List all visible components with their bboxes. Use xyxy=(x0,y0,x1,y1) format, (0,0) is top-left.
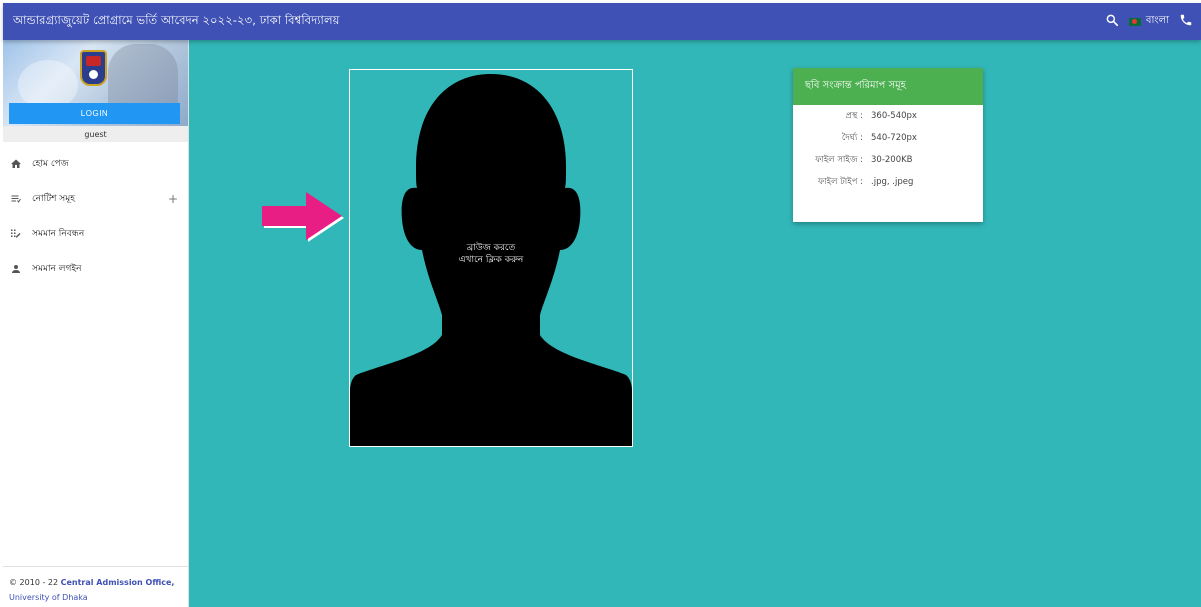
sidebar-menu: হোম পেজ নোটিশ সমূহ + সমমান নিবন্ধন সমমান… xyxy=(3,146,188,286)
flag-icon xyxy=(1128,17,1141,26)
photo-upload-area[interactable]: ব্রাউজ করতে এখানে ক্লিক করুন xyxy=(349,69,633,447)
spec-value: .jpg, .jpeg xyxy=(871,177,914,187)
registration-icon xyxy=(10,228,22,240)
login-button[interactable]: LOGIN xyxy=(9,103,180,124)
home-icon xyxy=(10,158,22,170)
main-content: ব্রাউজ করতে এখানে ক্লিক করুন ছবি সংক্রান… xyxy=(189,40,1201,607)
expand-icon[interactable]: + xyxy=(168,192,178,206)
spec-row-file-size: ফাইল সাইজ : 30-200KB xyxy=(793,149,983,171)
photo-specs-card: ছবি সংক্রান্ত পরিমাপ সমূহ প্রস্থ : 360-5… xyxy=(793,68,983,222)
spec-key: ফাইল সাইজ : xyxy=(815,155,863,165)
sidebar-item-home[interactable]: হোম পেজ xyxy=(3,146,188,181)
spec-row-file-type: ফাইল টাইপ : .jpg, .jpeg xyxy=(793,171,983,193)
hint-line-2: এখানে ক্লিক করুন xyxy=(458,255,524,265)
arrow-icon xyxy=(262,192,344,242)
copyright-text: © 2010 - 22 xyxy=(9,578,61,587)
spec-key: প্রস্থ : xyxy=(845,111,863,121)
photo-upload-hint: ব্রাউজ করতে এখানে ক্লিক করুন xyxy=(350,242,632,266)
spec-row-width: প্রস্থ : 360-540px xyxy=(793,105,983,127)
spec-key: ফাইল টাইপ : xyxy=(818,177,863,187)
sidebar-item-label: নোটিশ সমূহ xyxy=(32,194,75,204)
sidebar-footer: © 2010 - 22 Central Admission Office, Un… xyxy=(3,566,188,607)
university-link[interactable]: University of Dhaka xyxy=(9,593,88,602)
spec-row-height: দৈর্ঘ্য : 540-720px xyxy=(793,127,983,149)
username: guest xyxy=(3,126,188,142)
specs-card-title: ছবি সংক্রান্ত পরিমাপ সমূহ xyxy=(793,68,983,105)
sidebar-item-equivalent-login[interactable]: সমমান লগইন xyxy=(3,251,188,286)
spec-value: 540-720px xyxy=(871,133,917,143)
sidebar-item-equivalent-registration[interactable]: সমমান নিবন্ধন xyxy=(3,216,188,251)
profile-banner: LOGIN xyxy=(3,40,188,126)
phone-icon[interactable] xyxy=(1179,12,1193,31)
sidebar-item-label: হোম পেজ xyxy=(32,159,69,169)
person-icon xyxy=(10,263,22,275)
sidebar-item-label: সমমান নিবন্ধন xyxy=(32,229,85,239)
sidebar-item-label: সমমান লগইন xyxy=(32,264,82,274)
hint-line-1: ব্রাউজ করতে xyxy=(466,243,516,253)
spec-value: 30-200KB xyxy=(871,155,913,165)
sidebar-item-notices[interactable]: নোটিশ সমূহ + xyxy=(3,181,188,216)
language-switch[interactable]: বাংলা xyxy=(1128,13,1169,30)
search-icon[interactable] xyxy=(1105,12,1119,31)
top-app-bar: আন্ডারগ্র্যাজুয়েট প্রোগ্রামে ভর্তি আবেদ… xyxy=(3,3,1201,40)
topbar-actions: বাংলা xyxy=(1105,3,1193,40)
spec-key: দৈর্ঘ্য : xyxy=(841,133,863,143)
notice-list-icon xyxy=(10,193,22,205)
language-label: বাংলা xyxy=(1145,15,1169,26)
page-title: আন্ডারগ্র্যাজুয়েট প্রোগ্রামে ভর্তি আবেদ… xyxy=(13,13,340,27)
university-logo xyxy=(80,50,107,86)
spec-value: 360-540px xyxy=(871,111,917,121)
sidebar: LOGIN guest হোম পেজ নোটিশ সমূহ + সমমান ন… xyxy=(3,40,189,607)
office-link[interactable]: Central Admission Office, xyxy=(61,578,175,587)
